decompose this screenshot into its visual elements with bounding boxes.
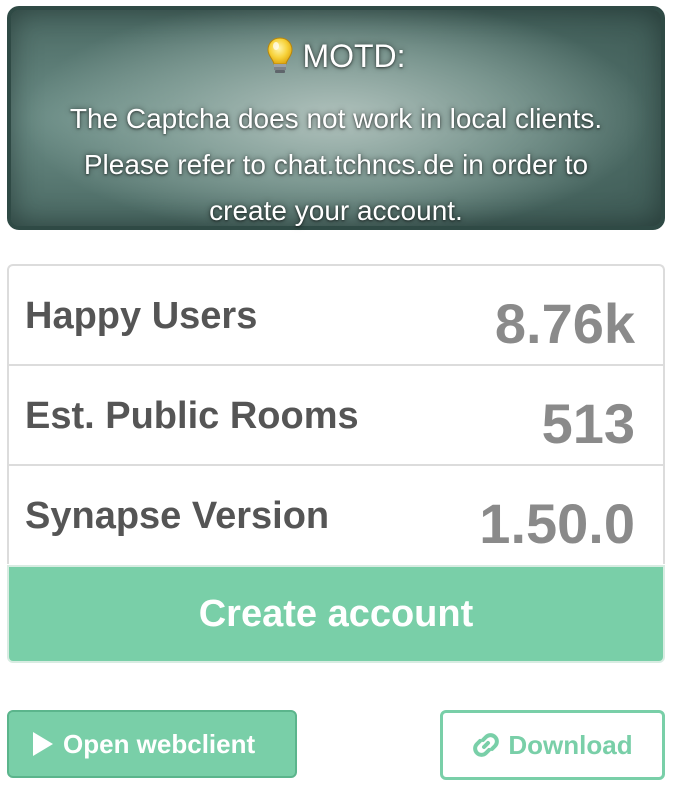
open-webclient-label: Open webclient [63, 728, 256, 759]
stat-value: 513 [541, 392, 635, 455]
motd-line: Please refer to chat.tchncs.de in order … [83, 149, 589, 180]
stat-label: Happy Users [25, 295, 258, 337]
motd-title: MOTD: [302, 38, 406, 74]
link-icon [472, 731, 500, 759]
motd-panel: MOTD: The Captcha does not work in local… [7, 6, 665, 230]
page: MOTD: The Captcha does not work in local… [0, 0, 674, 790]
stat-row-happy-users: Happy Users 8.76k [9, 266, 663, 366]
stat-label: Synapse Version [25, 495, 330, 537]
stat-value: 8.76k [494, 292, 635, 355]
play-icon [31, 731, 55, 757]
download-button[interactable]: Download [440, 710, 665, 780]
stat-row-public-rooms: Est. Public Rooms 513 [9, 366, 663, 466]
motd-message: The Captcha does not work in local clien… [21, 96, 651, 234]
download-label: Download [508, 729, 633, 760]
create-account-button[interactable]: Create account [7, 565, 665, 663]
stat-value: 1.50.0 [479, 492, 635, 555]
motd-heading: MOTD: [11, 36, 661, 76]
stats-table: Happy Users 8.76k Est. Public Rooms 513 … [7, 264, 665, 564]
stat-label: Est. Public Rooms [25, 395, 359, 437]
lightbulb-icon [266, 36, 294, 76]
motd-line: The Captcha does not work in local clien… [69, 103, 603, 134]
motd-line: create your account. [209, 195, 463, 226]
stat-row-synapse-version: Synapse Version 1.50.0 [9, 466, 663, 566]
open-webclient-button[interactable]: Open webclient [7, 710, 297, 778]
